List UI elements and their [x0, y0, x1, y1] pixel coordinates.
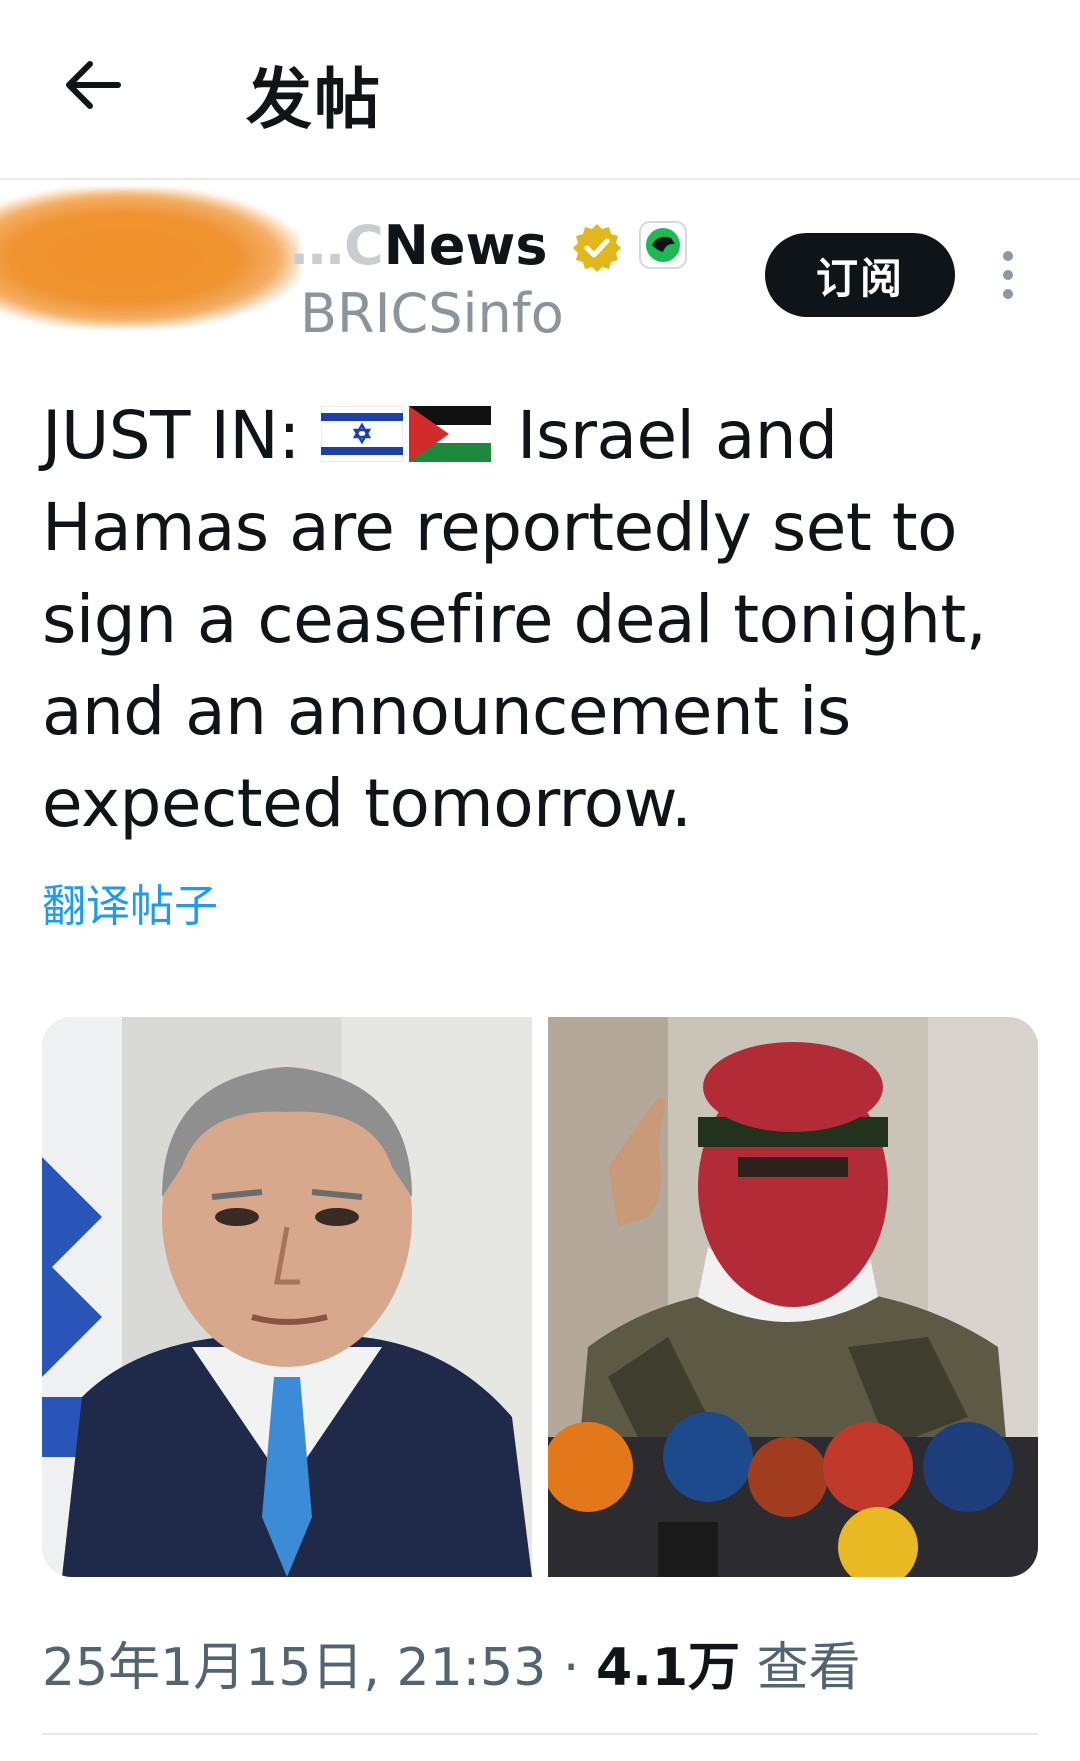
affiliate-icon[interactable] — [638, 220, 688, 270]
back-button[interactable] — [58, 50, 128, 120]
media-image-portrait[interactable] — [42, 1017, 532, 1577]
media-grid — [42, 1017, 1038, 1577]
tweet-line: Hamas are reportedly set to — [42, 489, 957, 566]
meta-separator: · — [546, 1638, 596, 1698]
post-timestamp[interactable]: 25年1月15日, 21:53 — [42, 1638, 546, 1698]
media-image-speaker[interactable] — [548, 1017, 1038, 1577]
more-dot — [1003, 289, 1013, 299]
masked-speaker-microphones — [548, 1017, 1038, 1577]
tweet-line: JUST IN: Israel and — [42, 390, 1042, 482]
translate-post-link[interactable]: 翻译帖子 — [42, 870, 218, 934]
author-display-name[interactable]: …CNews — [290, 214, 548, 277]
palestine-flag-icon — [408, 405, 491, 462]
arrow-left-icon — [66, 61, 121, 109]
redaction-scribble — [0, 188, 300, 328]
page-title: 发帖 — [246, 61, 382, 138]
israel-flag-icon — [320, 405, 403, 462]
bottom-divider — [42, 1733, 1038, 1735]
more-dot — [1003, 270, 1013, 280]
vertical-ellipsis-icon[interactable] — [990, 243, 1026, 307]
header-divider — [0, 178, 1080, 180]
top-bar: 发帖 — [0, 0, 1080, 178]
views-label: 查看 — [740, 1638, 861, 1698]
tweet-text: JUST IN: Israel and Hamas are reportedly… — [42, 390, 1042, 850]
display-name-visible: News — [383, 214, 548, 277]
portrait-man-suit — [42, 1017, 532, 1577]
tweet-line1-prefix: JUST IN: — [42, 397, 301, 474]
views-count[interactable]: 4.1万 — [596, 1638, 740, 1698]
verified-gold-icon[interactable] — [571, 222, 623, 274]
post-meta: 25年1月15日, 21:53 · 4.1万 查看 — [42, 1625, 861, 1700]
tweet-line: and an announcement is — [42, 673, 851, 750]
subscribe-button[interactable]: 订阅 — [765, 233, 955, 317]
author-handle[interactable]: BRICSinfo — [300, 282, 564, 345]
tweet-line1-suffix: Israel and — [517, 397, 838, 474]
tweet-line: expected tomorrow. — [42, 765, 692, 842]
tweet-line: sign a ceasefire deal tonight, — [42, 581, 987, 658]
display-name-obscured: …C — [290, 214, 384, 277]
more-dot — [1003, 251, 1013, 261]
